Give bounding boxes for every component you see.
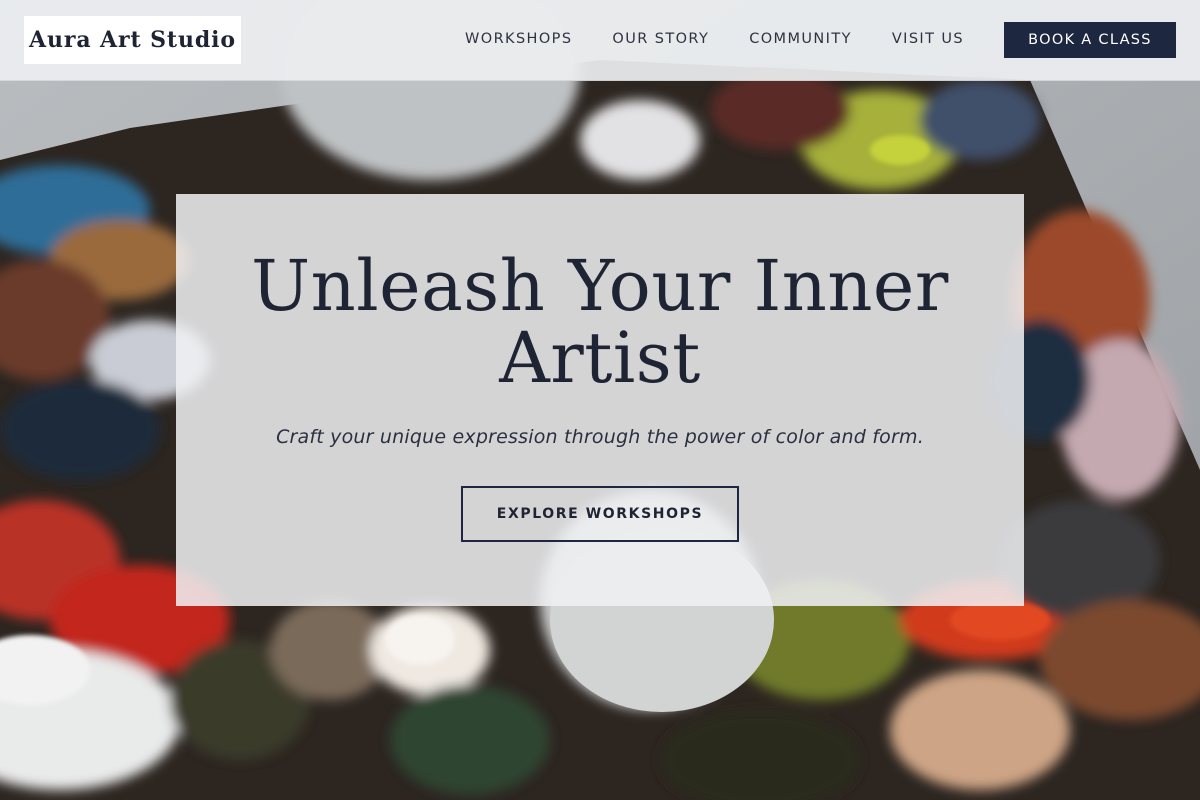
main-nav: WORKSHOPS OUR STORY COMMUNITY VISIT US	[465, 29, 964, 49]
site-header: Aura Art Studio WORKSHOPS OUR STORY COMM…	[0, 0, 1200, 81]
hero-subtitle: Craft your unique expression through the…	[276, 426, 924, 448]
nav-link-our-story[interactable]: OUR STORY	[612, 29, 709, 49]
book-a-class-button[interactable]: BOOK A CLASS	[1004, 22, 1176, 58]
nav-link-community[interactable]: COMMUNITY	[749, 29, 852, 49]
brand-name: Aura Art Studio	[28, 27, 236, 53]
hero-title: Unleash Your Inner Artist	[251, 245, 949, 399]
hero-card: Unleash Your Inner Artist Craft your uni…	[176, 194, 1024, 606]
nav-link-visit-us[interactable]: VISIT US	[892, 29, 964, 49]
explore-workshops-button[interactable]: EXPLORE WORKSHOPS	[461, 486, 739, 542]
logo[interactable]: Aura Art Studio	[24, 16, 241, 64]
nav-link-workshops[interactable]: WORKSHOPS	[465, 29, 572, 49]
